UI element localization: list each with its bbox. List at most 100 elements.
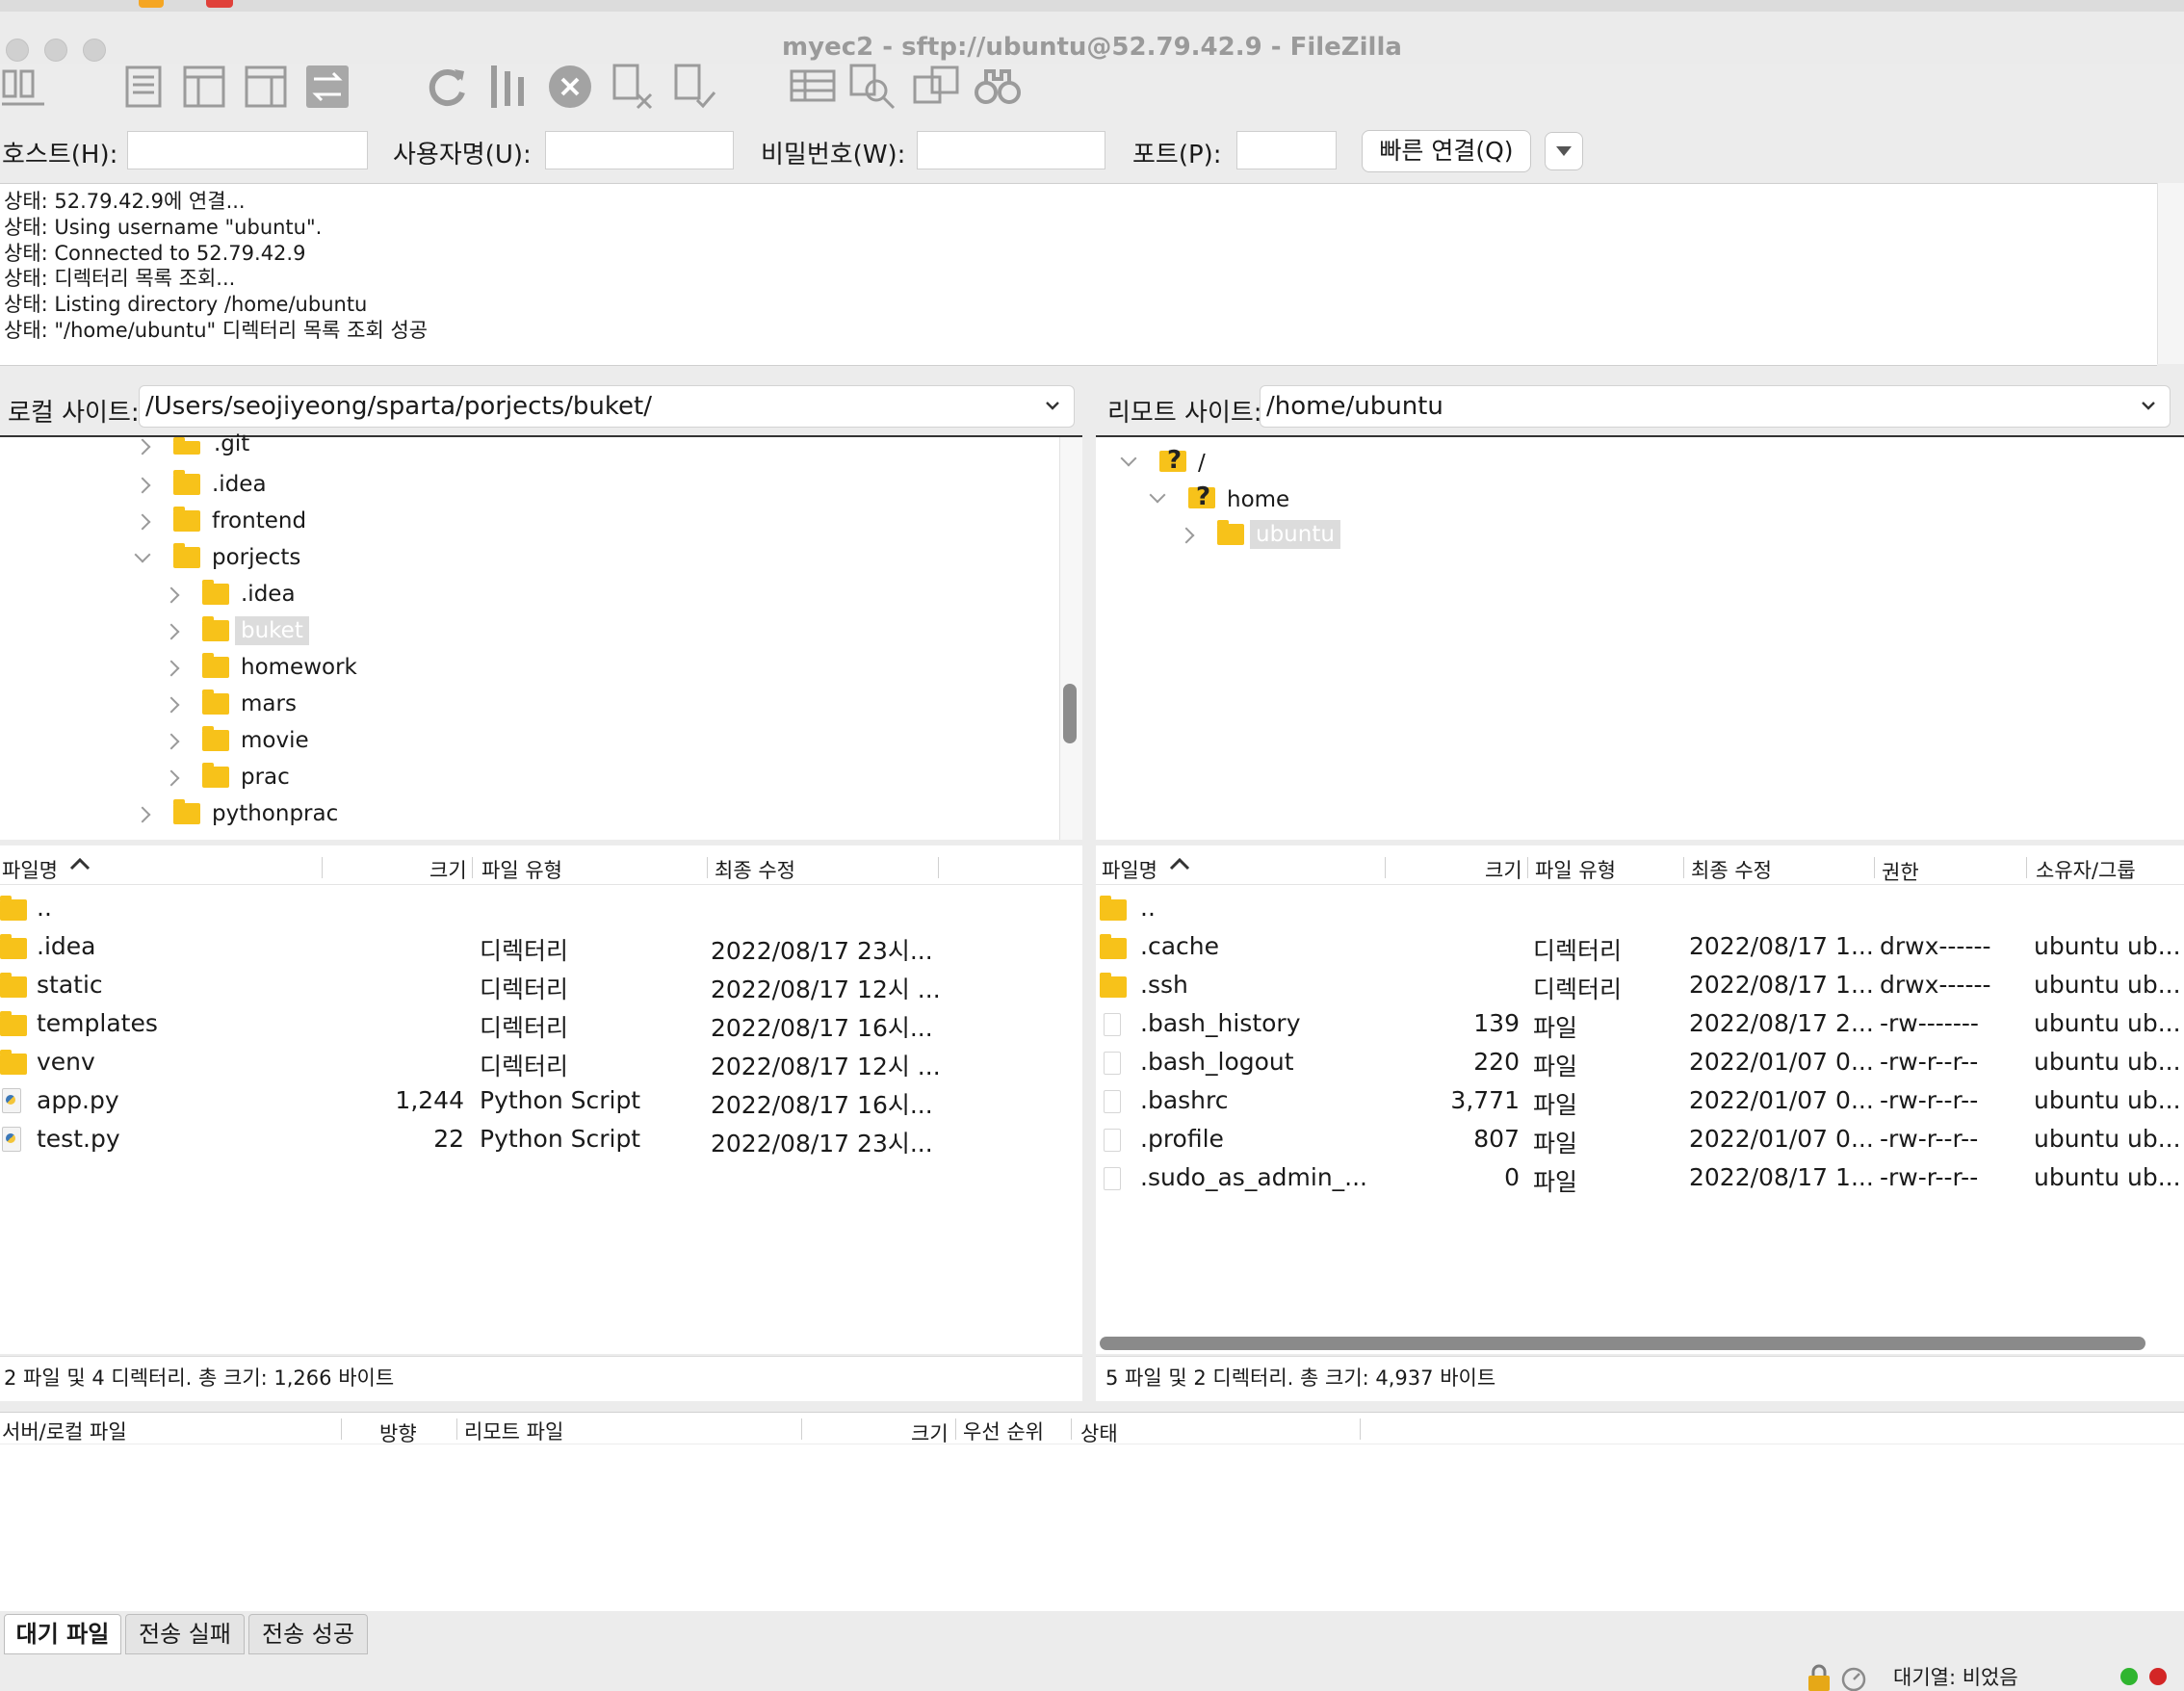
remote-file-list[interactable]: 파일명 크기 파일 유형 최종 수정 권한 소유자/그룹 .. .cache 디…: [1096, 846, 2184, 1354]
chevron-right-icon[interactable]: [163, 769, 180, 787]
column-header-priority[interactable]: 우선 순위: [963, 1417, 1044, 1445]
column-separator[interactable]: [322, 857, 323, 878]
search-icon[interactable]: [973, 62, 1023, 112]
remote-site-path-combo[interactable]: /home/ubuntu: [1260, 385, 2171, 428]
site-manager-icon[interactable]: [0, 62, 50, 112]
column-separator[interactable]: [1071, 1418, 1072, 1440]
tab-queued-files[interactable]: 대기 파일: [4, 1614, 121, 1654]
directory-listing-icon[interactable]: [788, 62, 838, 112]
column-separator[interactable]: [955, 1418, 956, 1440]
disconnect-icon[interactable]: [609, 62, 659, 112]
table-row[interactable]: .ssh 디렉터리 2022/08/17 1... drwx------ ubu…: [1096, 969, 2184, 1003]
compare-icon[interactable]: [847, 62, 897, 112]
tree-item[interactable]: .idea: [0, 468, 1050, 501]
table-row[interactable]: test.py 22 Python Script 2022/08/17 23시.…: [0, 1123, 1082, 1158]
column-header-modified[interactable]: 최종 수정: [1691, 855, 1772, 884]
transfer-queue-icon[interactable]: [302, 62, 352, 112]
column-separator[interactable]: [1360, 1418, 1361, 1440]
tree-item[interactable]: pythonprac: [0, 797, 1050, 830]
chevron-right-icon[interactable]: [134, 513, 151, 531]
table-row[interactable]: templates 디렉터리 2022/08/17 16시...: [0, 1007, 1082, 1042]
column-separator[interactable]: [341, 1418, 342, 1440]
chevron-right-icon[interactable]: [163, 586, 180, 604]
column-header-type[interactable]: 파일 유형: [481, 855, 562, 884]
table-row[interactable]: .cache 디렉터리 2022/08/17 1... drwx------ u…: [1096, 930, 2184, 965]
table-row[interactable]: app.py 1,244 Python Script 2022/08/17 16…: [0, 1084, 1082, 1119]
column-header-permissions[interactable]: 권한: [1882, 857, 1919, 886]
host-input[interactable]: [127, 131, 368, 169]
column-header-name[interactable]: 파일명: [2, 855, 58, 884]
column-header-size[interactable]: 크기: [911, 1418, 949, 1447]
horizontal-scrollbar-thumb[interactable]: [1100, 1337, 2145, 1350]
chevron-right-icon[interactable]: [163, 696, 180, 714]
refresh-icon[interactable]: [422, 62, 472, 112]
table-row[interactable]: .sudo_as_admin_... 0 파일 2022/08/17 1... …: [1096, 1161, 2184, 1196]
reconnect-icon[interactable]: [670, 62, 720, 112]
column-header-owner[interactable]: 소유자/그룹: [2036, 855, 2136, 884]
tree-item[interactable]: .idea: [0, 578, 1050, 611]
column-separator[interactable]: [801, 1418, 802, 1440]
column-separator[interactable]: [456, 1418, 457, 1440]
table-row[interactable]: ..: [0, 892, 1082, 926]
cancel-icon[interactable]: [545, 62, 595, 112]
tree-item[interactable]: ? home: [1096, 481, 2155, 514]
local-directory-tree[interactable]: .git .idea frontend porjects .idea buket…: [0, 431, 1083, 840]
column-header-server-file[interactable]: 서버/로컬 파일: [2, 1417, 127, 1445]
local-file-list[interactable]: 파일명 크기 파일 유형 최종 수정 .. .idea 디렉터리 2022/08…: [0, 846, 1082, 1354]
tree-item-selected[interactable]: buket: [0, 614, 1050, 647]
port-input[interactable]: [1236, 131, 1337, 169]
column-separator[interactable]: [1527, 857, 1528, 878]
chevron-right-icon[interactable]: [1178, 527, 1195, 544]
local-site-path-combo[interactable]: /Users/seojiyeong/sparta/porjects/buket/: [139, 385, 1075, 428]
log-scrollbar[interactable]: [2157, 183, 2184, 364]
chevron-down-icon[interactable]: [1120, 450, 1137, 467]
tree-item[interactable]: movie: [0, 724, 1050, 757]
quickconnect-button[interactable]: 빠른 연결(Q): [1362, 130, 1531, 172]
tree-item[interactable]: frontend: [0, 505, 1050, 537]
username-input[interactable]: [545, 131, 734, 169]
column-header-type[interactable]: 파일 유형: [1535, 855, 1616, 884]
table-row[interactable]: venv 디렉터리 2022/08/17 12시 ...: [0, 1046, 1082, 1080]
tree-item[interactable]: mars: [0, 688, 1050, 720]
column-separator[interactable]: [1683, 857, 1684, 878]
scrollbar-thumb[interactable]: [1063, 684, 1077, 743]
column-header-size[interactable]: 크기: [1485, 855, 1522, 884]
quickconnect-history-dropdown[interactable]: [1545, 132, 1583, 170]
column-separator[interactable]: [1874, 857, 1875, 878]
transfer-queue[interactable]: 서버/로컬 파일 방향 리모트 파일 크기 우선 순위 상태: [0, 1412, 2184, 1611]
tab-successful-transfers[interactable]: 전송 성공: [248, 1614, 368, 1654]
table-row[interactable]: .bash_history 139 파일 2022/08/17 2... -rw…: [1096, 1007, 2184, 1042]
column-separator[interactable]: [472, 857, 473, 878]
column-header-remote-file[interactable]: 리모트 파일: [464, 1417, 563, 1445]
chevron-down-icon[interactable]: [134, 546, 151, 563]
chevron-right-icon[interactable]: [163, 660, 180, 677]
sync-browse-icon[interactable]: [911, 62, 961, 112]
column-header-name[interactable]: 파일명: [1102, 855, 1157, 884]
table-row[interactable]: ..: [1096, 892, 2184, 926]
chevron-down-icon[interactable]: [1149, 486, 1166, 504]
table-row[interactable]: .idea 디렉터리 2022/08/17 23시...: [0, 930, 1082, 965]
process-queue-icon[interactable]: [483, 62, 533, 112]
tree-item[interactable]: homework: [0, 651, 1050, 684]
column-separator[interactable]: [2026, 857, 2027, 878]
toggle-log-icon[interactable]: [119, 62, 169, 112]
chevron-right-icon[interactable]: [134, 806, 151, 823]
table-row[interactable]: .profile 807 파일 2022/01/07 0... -rw-r--r…: [1096, 1123, 2184, 1158]
column-separator[interactable]: [707, 857, 708, 878]
speed-limit-icon[interactable]: [1839, 1664, 1868, 1691]
chevron-right-icon[interactable]: [134, 438, 151, 455]
tree-item[interactable]: .git: [0, 431, 1050, 470]
tree-item[interactable]: ? /: [1096, 445, 2155, 478]
column-header-status[interactable]: 상태: [1080, 1418, 1118, 1447]
column-header-direction[interactable]: 방향: [379, 1418, 417, 1447]
chevron-right-icon[interactable]: [163, 733, 180, 750]
pane-splitter[interactable]: [1082, 381, 1096, 1402]
tree-item[interactable]: porjects: [0, 541, 1050, 574]
table-row[interactable]: .bashrc 3,771 파일 2022/01/07 0... -rw-r--…: [1096, 1084, 2184, 1119]
lock-icon[interactable]: [1805, 1664, 1833, 1691]
tab-failed-transfers[interactable]: 전송 실패: [125, 1614, 245, 1654]
chevron-right-icon[interactable]: [163, 623, 180, 640]
tree-item-selected[interactable]: ubuntu: [1096, 518, 2155, 551]
column-header-size[interactable]: 크기: [429, 855, 467, 884]
table-row[interactable]: .bash_logout 220 파일 2022/01/07 0... -rw-…: [1096, 1046, 2184, 1080]
